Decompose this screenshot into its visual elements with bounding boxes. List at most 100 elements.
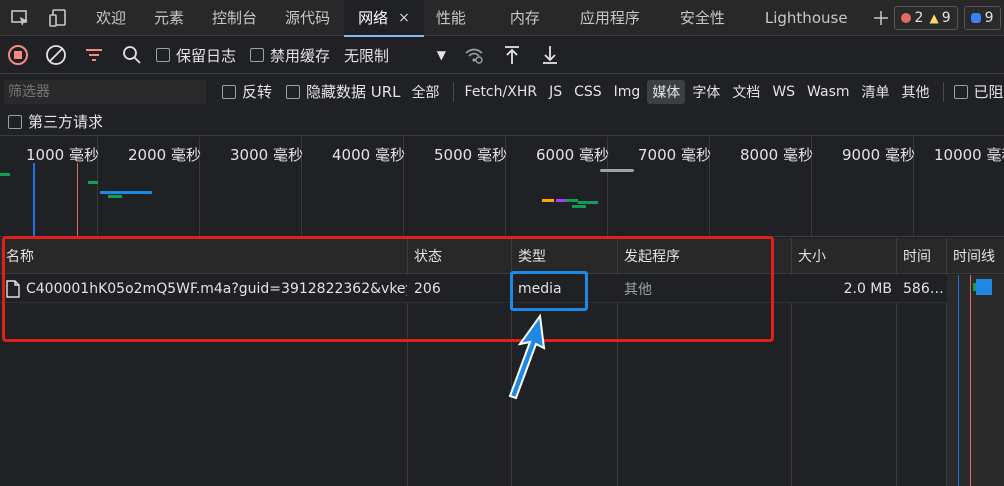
tab-console[interactable]: 控制台 [198, 0, 271, 36]
status-cell: 206 [414, 281, 441, 297]
time-cell: 586… [903, 281, 944, 297]
request-bar [542, 199, 554, 202]
device-toolbar-icon[interactable] [46, 6, 70, 30]
filter-type-doc[interactable]: 文档 [727, 80, 765, 104]
invert-checkbox[interactable]: 反转 [222, 81, 272, 102]
request-name: C400001hK05o2mQ5WF.m4a?guid=3912822362&v… [26, 281, 407, 297]
request-bar [578, 201, 598, 204]
checkbox-box [250, 48, 265, 62]
overview-tick-label: 9000 毫秒 [842, 146, 915, 164]
waterfall-bar [976, 279, 992, 295]
filter-icon[interactable] [78, 39, 110, 71]
filter-type-fetch-xhr[interactable]: Fetch/XHR [460, 82, 543, 102]
tab-welcome[interactable]: 欢迎 [82, 0, 140, 36]
tab-application[interactable]: 应用程序 [566, 0, 666, 36]
overview-tick-label: 10000 毫秒 [934, 146, 1004, 164]
tab-performance[interactable]: 性能 [424, 0, 480, 36]
overview-tick-label: 2000 毫秒 [128, 146, 201, 164]
filter-type-other[interactable]: 其他 [897, 80, 935, 104]
initiator-cell: 其他 [624, 282, 652, 298]
size-cell: 2.0 MB [843, 281, 892, 297]
overview-tick-label: 5000 毫秒 [434, 146, 507, 164]
tab-lighthouse[interactable]: Lighthouse [751, 0, 862, 36]
tab-network[interactable]: 网络 × [344, 0, 424, 37]
disable-cache-checkbox[interactable]: 禁用缓存 [250, 45, 330, 66]
devtools-tab-bar: 欢迎 元素 控制台 源代码 网络 × 性能 内存 应用程序 安全性 Lightho… [0, 0, 1004, 37]
blocked-requests-checkbox[interactable]: 已阻 [953, 81, 1004, 102]
checkbox-box [156, 48, 170, 62]
network-overview[interactable]: 1000 毫秒 2000 毫秒 3000 毫秒 4000 毫秒 5000 毫秒 … [0, 137, 1004, 237]
request-bar [556, 199, 566, 202]
third-party-checkbox[interactable]: 第三方请求 [8, 111, 103, 132]
load-event-marker [77, 163, 78, 236]
column-header-initiator[interactable]: 发起程序 [618, 238, 792, 274]
column-header-status[interactable]: 状态 [408, 238, 512, 274]
overview-tick-label: 6000 毫秒 [536, 146, 609, 164]
request-bar [88, 181, 98, 184]
network-toolbar: 保留日志 禁用缓存 无限制 ▼ [0, 37, 1004, 74]
column-header-size[interactable]: 大小 [792, 238, 897, 274]
tab-sources[interactable]: 源代码 [271, 0, 344, 36]
tab-security[interactable]: 安全性 [666, 0, 751, 36]
import-har-icon[interactable] [496, 39, 528, 71]
column-header-waterfall[interactable]: 时间线 [947, 238, 1004, 274]
hide-data-urls-checkbox[interactable]: 隐藏数据 URL [286, 81, 401, 102]
issues-badge[interactable]: 9 [963, 5, 1001, 30]
overview-tick-label: 8000 毫秒 [740, 146, 813, 164]
filter-type-wasm[interactable]: Wasm [802, 82, 854, 102]
network-conditions-icon[interactable] [458, 39, 490, 71]
search-icon[interactable] [116, 39, 148, 71]
error-icon [900, 12, 911, 23]
filter-type-media[interactable]: 媒体 [647, 79, 686, 104]
waterfall-background [947, 275, 1004, 486]
request-name-cell[interactable]: C400001hK05o2mQ5WF.m4a?guid=3912822362&v… [0, 275, 407, 303]
request-bar [572, 205, 586, 208]
overview-tick-label: 4000 毫秒 [332, 146, 405, 164]
column-header-time[interactable]: 时间 [897, 238, 947, 274]
preserve-log-checkbox[interactable]: 保留日志 [156, 45, 236, 66]
waterfall-marker-red [970, 275, 971, 486]
throttling-select[interactable]: 无限制 ▼ [338, 41, 453, 69]
export-har-icon[interactable] [534, 39, 566, 71]
document-icon [6, 280, 20, 298]
request-bar [0, 173, 10, 176]
request-bar [100, 191, 152, 194]
filter-type-manifest[interactable]: 清单 [857, 80, 895, 104]
filter-input[interactable] [4, 79, 206, 104]
record-button[interactable] [2, 39, 34, 71]
divider [452, 81, 454, 102]
request-bar [566, 199, 578, 202]
filter-type-all[interactable]: 全部 [407, 80, 445, 104]
column-header-name[interactable]: 名称 [0, 238, 408, 274]
annotation-arrow-icon [508, 313, 546, 400]
error-warning-badge[interactable]: 2 ▲ 9 [893, 5, 958, 30]
overview-tick-label: 1000 毫秒 [26, 146, 99, 164]
warning-icon: ▲ [929, 10, 939, 25]
tab-elements[interactable]: 元素 [140, 0, 198, 36]
checkbox-box [8, 114, 22, 129]
overview-tick-label: 7000 毫秒 [638, 146, 711, 164]
filter-type-js[interactable]: JS [544, 82, 567, 102]
type-cell: media [518, 281, 562, 297]
checkbox-box [222, 84, 236, 99]
dom-content-loaded-marker [33, 163, 35, 236]
column-header-type[interactable]: 类型 [512, 238, 618, 274]
filter-type-img[interactable]: Img [609, 82, 646, 102]
chevron-down-icon: ▼ [436, 48, 447, 62]
waterfall-bar-wait [973, 283, 976, 291]
inspect-element-icon[interactable] [8, 6, 32, 30]
tab-memory[interactable]: 内存 [480, 0, 566, 36]
overview-handle[interactable] [600, 169, 634, 172]
waterfall-marker-blue [958, 275, 959, 486]
third-party-row: 第三方请求 [0, 108, 1004, 136]
filter-type-ws[interactable]: WS [767, 82, 800, 102]
issues-icon [970, 12, 981, 23]
close-icon[interactable]: × [398, 10, 410, 26]
divider [942, 81, 944, 102]
filter-type-css[interactable]: CSS [569, 82, 607, 102]
request-bar [108, 195, 122, 198]
filter-type-font[interactable]: 字体 [687, 80, 725, 104]
checkbox-box [953, 84, 968, 99]
more-tabs-icon[interactable] [873, 10, 888, 25]
clear-icon[interactable] [40, 39, 72, 71]
